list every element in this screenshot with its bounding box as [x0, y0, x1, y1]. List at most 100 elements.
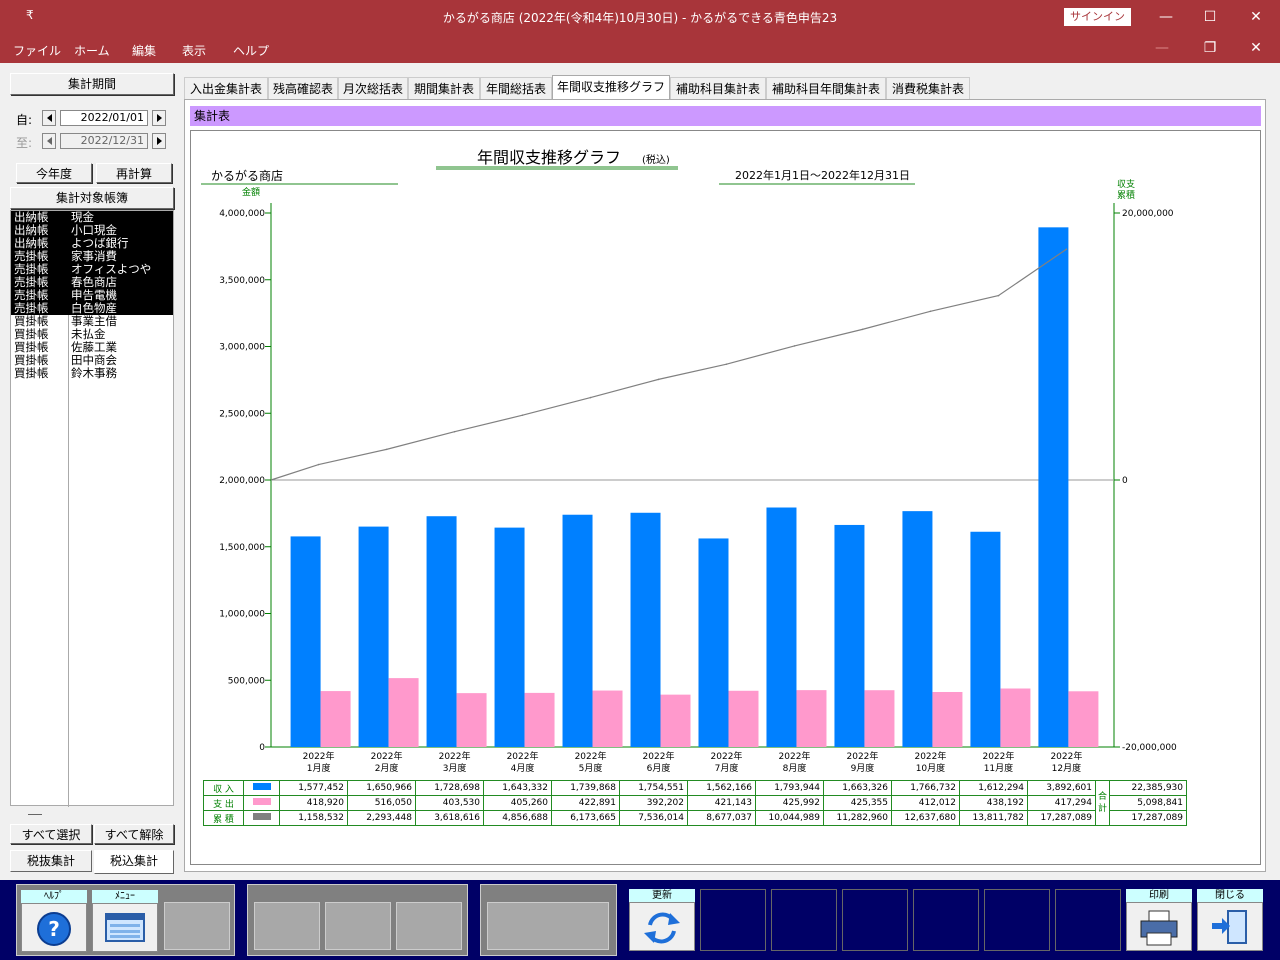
tab-period[interactable]: 期間集計表 [408, 77, 480, 99]
select-all-button[interactable]: すべて選択 [10, 824, 92, 844]
section-title: 集計表 [190, 106, 1261, 126]
total-label-2: 計 [1097, 804, 1107, 814]
list-splitter[interactable] [28, 814, 42, 815]
fkey-empty [254, 902, 320, 950]
table-cell: 3,618,616 [415, 810, 484, 826]
fkey-empty [1055, 889, 1121, 951]
income-bar [494, 527, 525, 747]
y-tick-label: 2,500,000 [219, 409, 265, 419]
tab-cashflow[interactable]: 入出金集計表 [184, 77, 268, 99]
cumulative-point [793, 345, 796, 347]
refresh-icon [644, 912, 680, 944]
tax-incl-tab[interactable]: 税込集計 [94, 850, 174, 874]
book-row[interactable]: 買掛帳 鈴木事務 [11, 367, 173, 380]
book-name: 鈴木事務 [71, 366, 117, 380]
menu-file[interactable]: ファイル [13, 42, 61, 59]
print-icon [1140, 910, 1178, 946]
table-cell: 1,728,698 [415, 780, 484, 796]
y-tick-label: 2,000,000 [219, 476, 265, 486]
tab-annual[interactable]: 年間総括表 [480, 77, 552, 99]
table-cell: 6,173,665 [551, 810, 620, 826]
table-cell: 1,577,452 [279, 780, 348, 796]
table-cell: 1,643,332 [483, 780, 552, 796]
from-date-field[interactable]: 2022/01/01 [60, 110, 148, 126]
menu-home[interactable]: ホーム [74, 42, 110, 59]
close-button[interactable]: 閉じる [1197, 889, 1263, 951]
maximize-icon[interactable]: ☐ [1195, 6, 1225, 28]
expense-bar [456, 693, 487, 747]
x-tick-label: 2022年 [711, 750, 743, 762]
table-cell: 8,677,037 [687, 810, 756, 826]
y-tick-label: 4,000,000 [219, 209, 265, 219]
expense-bar [388, 678, 419, 747]
from-prev-arrow[interactable] [42, 110, 56, 126]
menu-button[interactable]: ﾒﾆｭｰ [92, 890, 158, 952]
cumulative-point [657, 378, 660, 381]
book-list[interactable]: 出納帳 現金 出納帳 小口現金 出納帳 よつば銀行 売掛帳 家事消費 売掛帳 オフィスよつや 売掛帳… [10, 210, 174, 807]
income-bar [970, 531, 1001, 747]
recalc-button[interactable]: 再計算 [96, 163, 172, 183]
x-tick-label: 2022年 [507, 750, 539, 762]
cumulative-point [725, 363, 728, 365]
y-tick-label: 1,500,000 [219, 543, 265, 553]
x-tick-label: 8月度 [783, 762, 807, 774]
tab-monthly[interactable]: 月次総括表 [338, 77, 408, 99]
tab-consumption-tax[interactable]: 消費税集計表 [886, 77, 970, 99]
expense-bar [660, 694, 691, 747]
refresh-button[interactable]: 更新 [629, 889, 695, 951]
tab-annual-graph[interactable]: 年間収支推移グラフ [552, 75, 670, 99]
exit-door-icon [1212, 910, 1247, 944]
table-cell: 1,562,166 [687, 780, 756, 796]
tab-sub-account[interactable]: 補助科目集計表 [670, 77, 766, 99]
income-bar [630, 512, 661, 747]
print-button[interactable]: 印刷 [1126, 889, 1192, 951]
fkey-empty [913, 889, 979, 951]
x-tick-label: 7月度 [715, 762, 739, 774]
to-next-arrow[interactable] [152, 133, 166, 149]
income-bar [902, 511, 933, 747]
y-tick-label: 0 [259, 743, 265, 753]
expense-bar [796, 690, 827, 747]
close-icon[interactable]: ✕ [1241, 6, 1271, 28]
from-next-arrow[interactable] [152, 110, 166, 126]
table-cell: 417,294 [1027, 795, 1096, 811]
table-cell: 1,612,294 [959, 780, 1028, 796]
x-tick-label: 9月度 [851, 762, 875, 774]
fkey-empty [396, 902, 462, 950]
total-cell: 22,385,930 [1109, 780, 1187, 796]
doc-restore-icon[interactable]: ❐ [1195, 40, 1225, 56]
cumulative-point [997, 294, 1000, 297]
x-tick-label: 2022年 [847, 750, 879, 762]
menu-help[interactable]: ヘルプ [233, 42, 269, 59]
income-bar [1038, 227, 1069, 747]
doc-close-icon[interactable]: ✕ [1241, 40, 1271, 56]
table-cell: 3,892,601 [1027, 780, 1096, 796]
tab-sub-account-annual[interactable]: 補助科目年間集計表 [766, 77, 886, 99]
this-year-button[interactable]: 今年度 [16, 163, 92, 183]
table-cell: 412,012 [891, 795, 960, 811]
doc-minimize-icon[interactable]: — [1147, 40, 1177, 56]
tax-excl-tab[interactable]: 税抜集計 [10, 850, 92, 872]
to-date-field[interactable]: 2022/12/31 [60, 133, 148, 149]
cumulative-point [385, 448, 388, 451]
table-cell: 7,536,014 [619, 810, 688, 826]
menu-edit[interactable]: 編集 [132, 42, 156, 59]
expense-bar [1068, 691, 1099, 747]
legend-swatch [243, 810, 280, 826]
income-bar [834, 524, 865, 747]
swatch-color [252, 798, 271, 805]
signin-button[interactable]: サインイン [1064, 8, 1131, 26]
deselect-all-button[interactable]: すべて解除 [94, 824, 174, 844]
x-tick-label: 12月度 [1052, 762, 1081, 774]
fkey-empty [487, 902, 609, 950]
fkey-group-3 [480, 884, 617, 956]
tab-balance[interactable]: 残高確認表 [268, 77, 338, 99]
help-button[interactable]: ﾍﾙﾌﾟ ? [21, 890, 87, 952]
refresh-label: 更新 [629, 889, 695, 902]
legend-swatch [243, 795, 280, 811]
to-prev-arrow[interactable] [42, 133, 56, 149]
fkey-empty [700, 889, 766, 951]
table-cell: 2,293,448 [347, 810, 416, 826]
menu-view[interactable]: 表示 [182, 42, 206, 59]
minimize-icon[interactable]: — [1151, 6, 1181, 28]
